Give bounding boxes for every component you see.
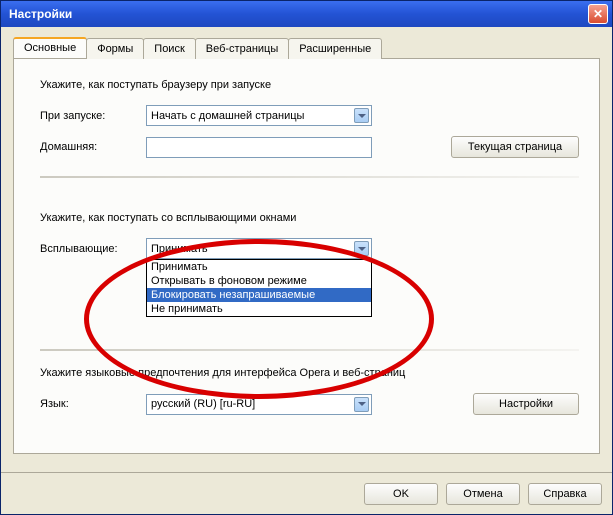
language-select[interactable]: русский (RU) [ru-RU] xyxy=(146,394,372,415)
tab-advanced[interactable]: Расширенные xyxy=(288,38,382,59)
tab-webpages[interactable]: Веб-страницы xyxy=(195,38,290,59)
dialog-footer: OK Отмена Справка xyxy=(1,472,612,514)
tab-panel-main: Укажите, как поступать браузеру при запу… xyxy=(13,58,600,454)
divider xyxy=(40,349,579,351)
on-start-value: Начать с домашней страницы xyxy=(151,110,354,122)
language-section-label: Укажите языковые предпочтения для интерф… xyxy=(40,367,579,379)
popups-option[interactable]: Открывать в фоновом режиме xyxy=(147,274,371,288)
tabs-bar: Основные Формы Поиск Веб-страницы Расшир… xyxy=(13,37,600,58)
help-button[interactable]: Справка xyxy=(528,483,602,505)
settings-window: Настройки ✕ Основные Формы Поиск Веб-стр… xyxy=(0,0,613,515)
popups-select[interactable]: Принимать xyxy=(146,238,372,259)
window-title: Настройки xyxy=(9,7,588,21)
cancel-button[interactable]: Отмена xyxy=(446,483,520,505)
tab-search[interactable]: Поиск xyxy=(143,38,195,59)
popups-section-label: Укажите, как поступать со всплывающими о… xyxy=(40,212,579,224)
popups-value: Принимать xyxy=(151,243,354,255)
popups-option[interactable]: Блокировать незапрашиваемые xyxy=(147,288,371,302)
current-page-button[interactable]: Текущая страница xyxy=(451,136,579,158)
tab-main[interactable]: Основные xyxy=(13,37,87,58)
tab-forms[interactable]: Формы xyxy=(86,38,144,59)
popups-option[interactable]: Не принимать xyxy=(147,302,371,316)
home-input[interactable] xyxy=(146,137,372,158)
language-settings-button[interactable]: Настройки xyxy=(473,393,579,415)
chevron-down-icon xyxy=(354,241,369,256)
titlebar: Настройки ✕ xyxy=(1,1,612,27)
divider xyxy=(40,176,579,178)
popups-option[interactable]: Принимать xyxy=(147,260,371,274)
content-area: Основные Формы Поиск Веб-страницы Расшир… xyxy=(1,27,612,472)
language-value: русский (RU) [ru-RU] xyxy=(151,398,354,410)
ok-button[interactable]: OK xyxy=(364,483,438,505)
language-label: Язык: xyxy=(40,398,146,410)
on-start-label: При запуске: xyxy=(40,110,146,122)
popups-label: Всплывающие: xyxy=(40,243,146,255)
close-icon[interactable]: ✕ xyxy=(588,4,608,24)
popups-dropdown[interactable]: Принимать Открывать в фоновом режиме Бло… xyxy=(146,259,372,317)
chevron-down-icon xyxy=(354,397,369,412)
chevron-down-icon xyxy=(354,108,369,123)
on-start-select[interactable]: Начать с домашней страницы xyxy=(146,105,372,126)
home-label: Домашняя: xyxy=(40,141,146,153)
startup-section-label: Укажите, как поступать браузеру при запу… xyxy=(40,79,579,91)
